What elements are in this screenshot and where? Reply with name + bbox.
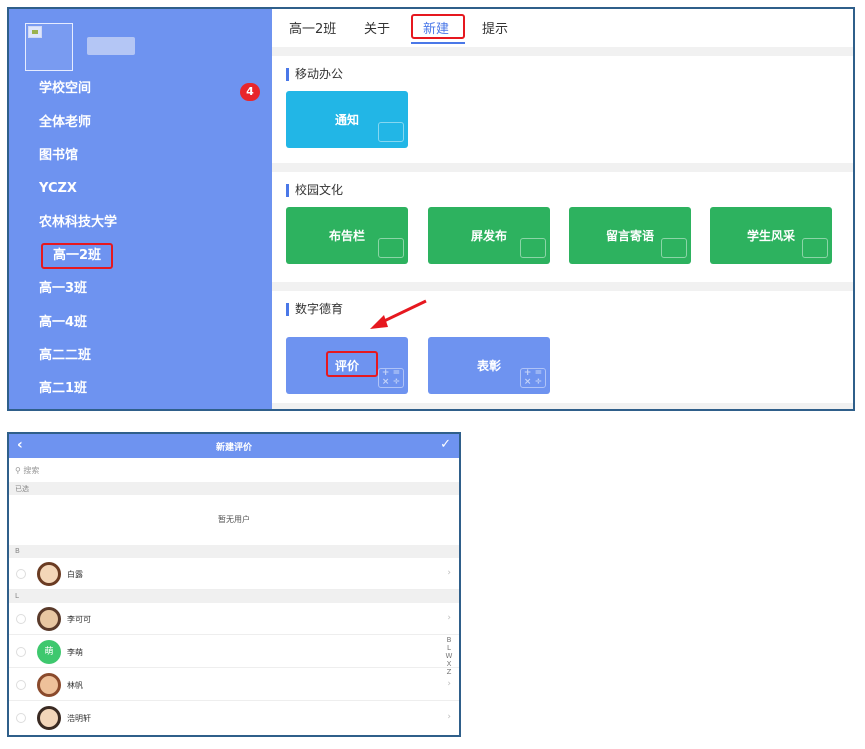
- alphabet-index[interactable]: B L W X Z: [445, 636, 453, 676]
- tab-about[interactable]: 关于: [364, 18, 390, 37]
- index-letter[interactable]: B: [445, 636, 453, 644]
- index-letter[interactable]: L: [445, 644, 453, 652]
- list-item[interactable]: 李可可 ›: [9, 603, 459, 635]
- unread-badge: 4: [240, 83, 260, 101]
- index-letter[interactable]: Z: [445, 668, 453, 676]
- avatar: 萌: [37, 640, 61, 664]
- chevron-right-icon: ›: [447, 679, 451, 689]
- broken-image-icon: [28, 26, 42, 38]
- list-item[interactable]: 萌 李萌: [9, 636, 459, 668]
- logo-image: [25, 23, 73, 71]
- beaker-icon: [378, 122, 404, 142]
- highlight-box: [326, 351, 378, 377]
- list-item[interactable]: 浩明轩 ›: [9, 702, 459, 734]
- user-name-blurred: [87, 37, 135, 55]
- avatar: [37, 673, 61, 697]
- card-student-style[interactable]: 学生风采: [710, 207, 832, 264]
- active-tab-indicator: [411, 42, 465, 44]
- index-letter[interactable]: X: [445, 660, 453, 668]
- arrow-annotation: [370, 299, 427, 329]
- sidebar-item-class-1-3[interactable]: 高一3班: [39, 279, 87, 299]
- sidebar-item-yczx[interactable]: YCZX: [39, 179, 77, 199]
- avatar: [37, 562, 61, 586]
- chevron-right-icon: ›: [447, 712, 451, 722]
- ruler-icon: [802, 238, 828, 258]
- card-bulletin[interactable]: 布告栏: [286, 207, 408, 264]
- checkbox[interactable]: [16, 713, 26, 723]
- ruler-icon: [378, 238, 404, 258]
- calculator-icon: + = × ÷: [378, 368, 404, 388]
- checkbox[interactable]: [16, 569, 26, 579]
- contact-name: 林帆: [67, 681, 83, 690]
- section-mobile-office: 移动办公 通知: [272, 56, 853, 163]
- card-screen-publish[interactable]: 屏发布: [428, 207, 550, 264]
- chevron-right-icon: ›: [447, 568, 451, 578]
- group-header-l: L: [9, 590, 459, 603]
- page-title: 新建评价: [215, 443, 252, 453]
- sidebar-item-all-teachers[interactable]: 全体老师: [39, 113, 91, 133]
- section-title: 移动办公: [286, 68, 343, 81]
- sidebar: 学校空间 4 全体老师 图书馆 YCZX 农林科技大学 高一2班 高一3班 高一…: [9, 9, 272, 409]
- contact-name: 李可可: [67, 615, 91, 624]
- section-title: 数字德育: [286, 303, 343, 316]
- contact-name: 浩明轩: [67, 714, 91, 723]
- calculator-icon: + = × ÷: [520, 368, 546, 388]
- checkbox[interactable]: [16, 614, 26, 624]
- app-window: 学校空间 4 全体老师 图书馆 YCZX 农林科技大学 高一2班 高一3班 高一…: [7, 7, 855, 411]
- highlight-box: [41, 243, 113, 269]
- card-notice[interactable]: 通知: [286, 91, 408, 148]
- sidebar-item-school-space[interactable]: 学校空间: [39, 79, 91, 99]
- tab-class[interactable]: 高一2班: [289, 18, 336, 37]
- sidebar-item-class-2-1[interactable]: 高二1班: [39, 379, 87, 399]
- ruler-icon: [520, 238, 546, 258]
- contact-name: 白露: [67, 570, 83, 579]
- index-letter[interactable]: W: [445, 652, 453, 660]
- header-bar: ‹ 新建评价 ✓: [9, 434, 459, 458]
- card-messages[interactable]: 留言寄语: [569, 207, 691, 264]
- empty-state: 暂无用户: [9, 495, 459, 545]
- card-commend[interactable]: 表彰 + = × ÷: [428, 337, 550, 394]
- sidebar-item-library[interactable]: 图书馆: [39, 146, 78, 166]
- search-input[interactable]: ⚲ 搜索: [9, 458, 459, 482]
- phone-screen: ‹ 新建评价 ✓ ⚲ 搜索 已选 暂无用户 B 白露 › L 李可可 › 萌 李…: [7, 432, 461, 737]
- chevron-right-icon: ›: [447, 613, 451, 623]
- search-placeholder: 搜索: [23, 466, 40, 475]
- group-header-b: B: [9, 545, 459, 558]
- search-icon: ⚲: [15, 466, 21, 475]
- tab-bar: 高一2班 关于 新建 提示: [272, 9, 853, 47]
- group-header-selected: 已选: [9, 482, 459, 495]
- main-panel: 高一2班 关于 新建 提示 移动办公 通知 校园文化 布告栏 屏发布 留言寄语 …: [272, 9, 853, 409]
- avatar: [37, 706, 61, 730]
- section-title: 校园文化: [286, 184, 343, 197]
- checkbox[interactable]: [16, 680, 26, 690]
- list-item[interactable]: 林帆 ›: [9, 669, 459, 701]
- card-evaluate[interactable]: 评价 + = × ÷: [286, 337, 408, 394]
- list-item[interactable]: 白露 ›: [9, 558, 459, 590]
- section-campus-culture: 校园文化 布告栏 屏发布 留言寄语 学生风采: [272, 172, 853, 282]
- sidebar-item-class-2-2[interactable]: 高二二班: [39, 346, 91, 366]
- contact-name: 李萌: [67, 648, 83, 657]
- ruler-icon: [661, 238, 687, 258]
- sidebar-item-university[interactable]: 农林科技大学: [39, 213, 117, 233]
- checkbox[interactable]: [16, 647, 26, 657]
- sidebar-item-class-1-4[interactable]: 高一4班: [39, 313, 87, 333]
- check-icon[interactable]: ✓: [440, 437, 451, 452]
- avatar: [37, 607, 61, 631]
- section-moral-education: 数字德育 评价 + = × ÷ 表彰 + = × ÷: [272, 291, 853, 403]
- highlight-box: [411, 14, 465, 39]
- tab-tips[interactable]: 提示: [482, 18, 508, 37]
